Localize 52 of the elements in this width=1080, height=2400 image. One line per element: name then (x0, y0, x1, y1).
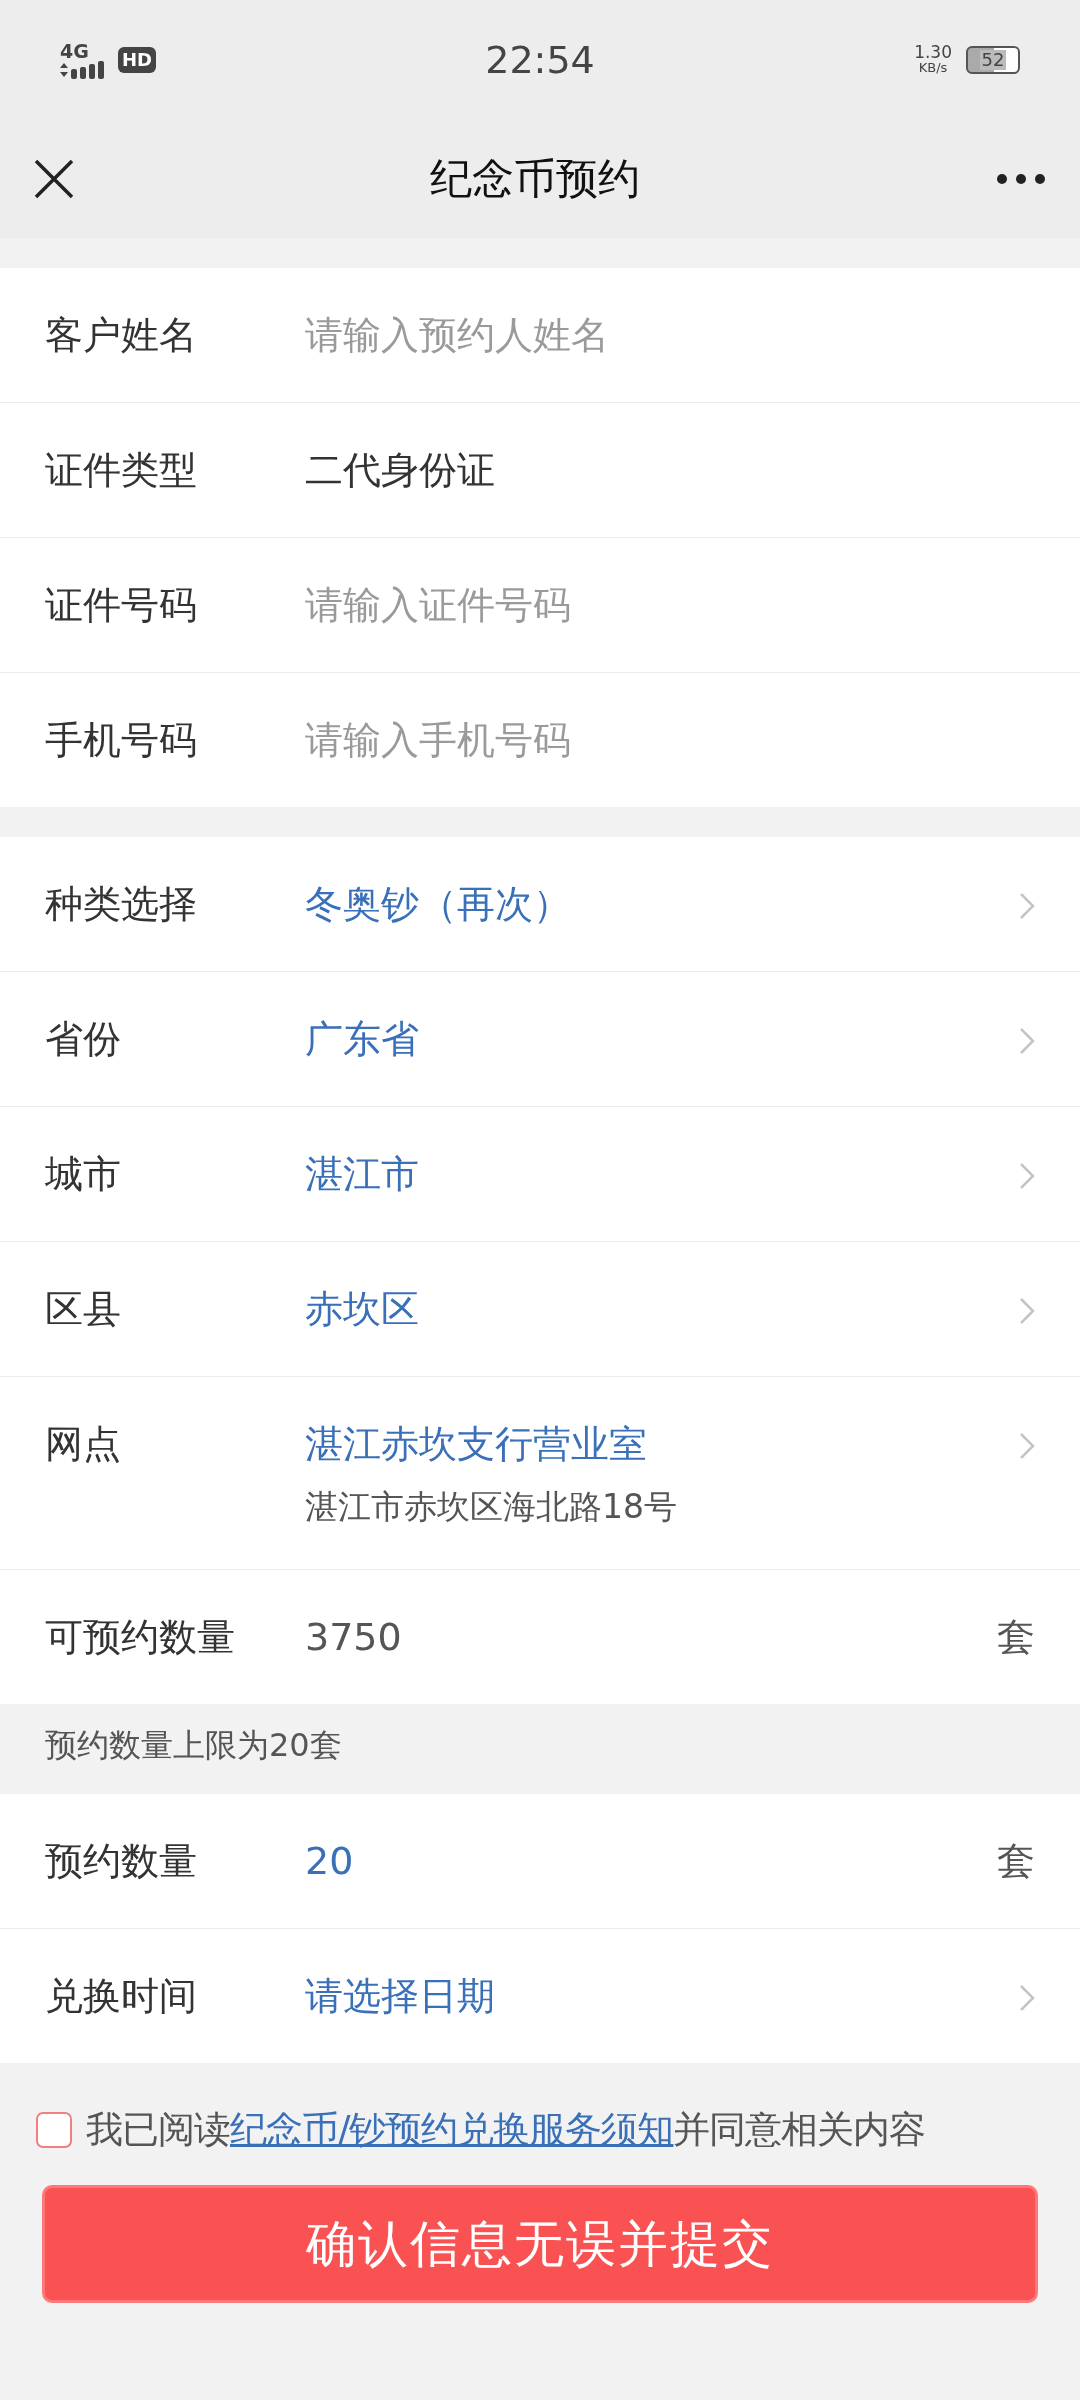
address-text: 湛江市赤坎区海北路18号 (305, 1486, 678, 1528)
field-label: 省份 (45, 1016, 122, 1063)
chevron-icon (1019, 1297, 1035, 1325)
terms-link[interactable]: 纪念币/钞预约兑换服务须知 (230, 2108, 674, 2151)
submit-button[interactable]: 确认信息无误并提交 (42, 2185, 1038, 2303)
input-row[interactable]: 客户姓名 请输入预约人姓名 (0, 268, 1080, 402)
input-field[interactable]: 请输入手机号码 (305, 713, 1035, 767)
field-label: 网点 (45, 1421, 122, 1468)
field-label: 证件号码 (45, 582, 198, 629)
speed-unit: KB/s (918, 60, 948, 75)
select-value[interactable]: 冬奥钞（再次） (305, 877, 1019, 931)
more-icon (996, 173, 1046, 185)
chevron-icon (1019, 892, 1035, 920)
unit-label: 套 (997, 1614, 1035, 1661)
field-label: 可预约数量 (45, 1614, 236, 1661)
chevron-icon (1019, 1027, 1035, 1055)
chevron-icon (1019, 1162, 1035, 1190)
field-value: 二代身份证 (305, 447, 496, 494)
limit-note: 预约数量上限为20套 (44, 1725, 343, 1766)
select-value[interactable]: 湛江赤坎支行营业室 (305, 1417, 1019, 1471)
field-label: 兑换时间 (45, 1973, 198, 2020)
close-button[interactable] (34, 159, 74, 199)
network-label: 4G (60, 41, 89, 61)
clock: 22:54 (484, 38, 596, 82)
battery-icon: 52 (966, 46, 1020, 74)
input-row[interactable]: 手机号码 请输入手机号码 (0, 672, 1080, 807)
field-label: 客户姓名 (45, 312, 198, 359)
select-value[interactable]: 广东省 (305, 1012, 1019, 1066)
field-label: 预约数量 (45, 1838, 198, 1885)
chevron-icon (1019, 1984, 1035, 2012)
input-row[interactable]: 证件号码 请输入证件号码 (0, 537, 1080, 672)
field-value: 3750 (305, 1614, 403, 1661)
unit-label: 套 (997, 1838, 1035, 1885)
more-button[interactable] (996, 173, 1046, 185)
field-label: 城市 (45, 1151, 122, 1198)
network-speed: 1.30 (914, 45, 952, 60)
agree-checkbox[interactable] (36, 2112, 72, 2148)
agreement-text: 我已阅读纪念币/钞预约兑换服务须知并同意相关内容 (86, 2107, 926, 2153)
select-value[interactable]: 请选择日期 (305, 1969, 1019, 2023)
close-icon (34, 159, 74, 199)
select-value[interactable]: 湛江市 (305, 1147, 1019, 1201)
field-label: 种类选择 (45, 881, 198, 928)
field-label: 证件类型 (45, 447, 198, 494)
select-value[interactable]: 赤坎区 (305, 1282, 1019, 1336)
input-field[interactable]: 请输入预约人姓名 (305, 308, 1035, 362)
field-label: 区县 (45, 1286, 122, 1333)
quantity-field[interactable]: 20 (305, 1834, 997, 1888)
hd-badge: HD (118, 47, 156, 73)
field-label: 手机号码 (45, 717, 198, 764)
chevron-icon (1019, 1432, 1035, 1460)
input-field[interactable]: 请输入证件号码 (305, 578, 1035, 632)
page-title: 纪念币预约 (429, 153, 641, 205)
